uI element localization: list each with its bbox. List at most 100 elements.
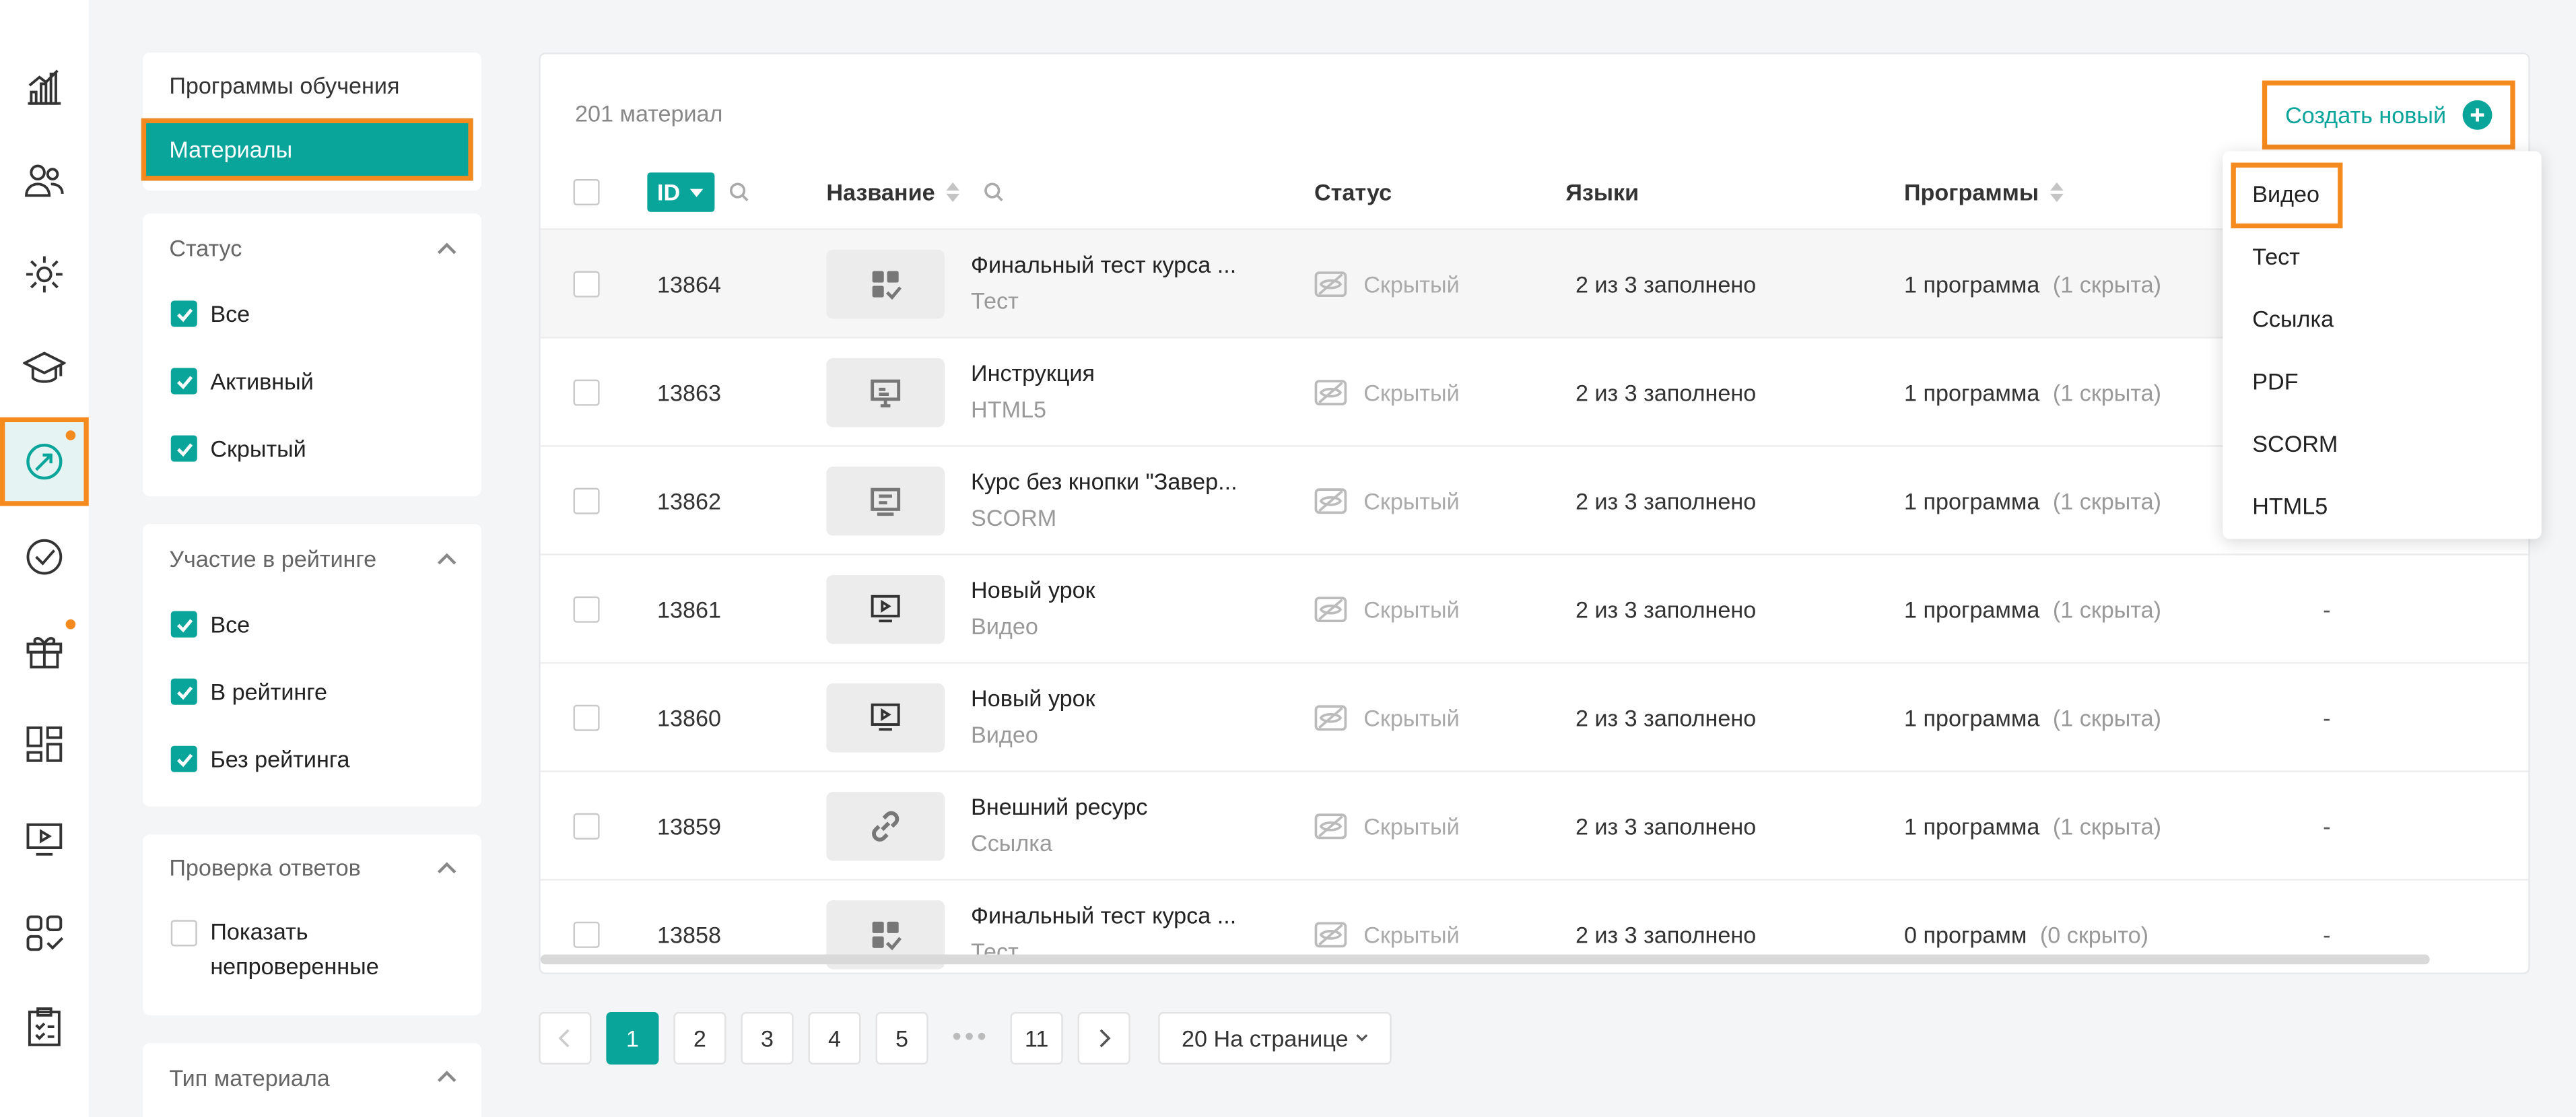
course-materials-icon[interactable] bbox=[0, 417, 89, 506]
gift-icon[interactable] bbox=[10, 616, 79, 685]
plus-icon bbox=[2462, 100, 2493, 130]
row-extra: - bbox=[2323, 813, 2331, 840]
checkbox-rating-none[interactable]: Без рейтинга bbox=[170, 745, 350, 772]
chevron-up-icon[interactable] bbox=[436, 856, 459, 879]
column-programs[interactable]: Программы bbox=[1904, 156, 2065, 228]
filter-review-title: Проверка ответов bbox=[169, 854, 361, 881]
hidden-eye-icon bbox=[1314, 380, 1347, 406]
search-icon[interactable] bbox=[729, 182, 749, 202]
sort-down-icon bbox=[689, 189, 704, 197]
row-checkbox[interactable] bbox=[573, 704, 600, 731]
filter-status-title: Статус bbox=[169, 234, 242, 261]
page-button-3[interactable]: 3 bbox=[741, 1012, 794, 1065]
checkbox-icon[interactable] bbox=[170, 920, 197, 947]
row-checkbox[interactable] bbox=[573, 487, 600, 514]
row-status: Скрытый bbox=[1314, 339, 1460, 447]
chevron-up-icon[interactable] bbox=[436, 547, 459, 570]
horizontal-scrollbar[interactable] bbox=[540, 954, 2430, 965]
column-id[interactable]: ID bbox=[647, 172, 715, 212]
row-checkbox[interactable] bbox=[573, 379, 600, 406]
column-name[interactable]: Название bbox=[826, 156, 1004, 228]
check-circle-icon[interactable] bbox=[10, 522, 79, 591]
row-programs[interactable]: 1 программа (1 скрыта) bbox=[1904, 447, 2161, 555]
nav-materials[interactable]: Материалы bbox=[141, 118, 473, 181]
row-id: 13861 bbox=[657, 596, 722, 623]
row-languages: 2 из 3 заполнено bbox=[1575, 271, 1757, 298]
users-icon[interactable] bbox=[10, 146, 79, 215]
prev-page-button[interactable] bbox=[539, 1012, 592, 1065]
checkbox-rating-all[interactable]: Все bbox=[170, 611, 250, 638]
checkbox-rating-in[interactable]: В рейтинге bbox=[170, 678, 327, 705]
column-languages[interactable]: Языки bbox=[1565, 156, 1639, 228]
row-type: Ссылка bbox=[971, 830, 1052, 856]
dropdown-item-test[interactable]: Тест bbox=[2252, 243, 2300, 269]
hidden-eye-icon bbox=[1314, 813, 1347, 840]
clipboard-icon[interactable] bbox=[10, 992, 79, 1061]
dropdown-item-link[interactable]: Ссылка bbox=[2252, 306, 2334, 332]
checkbox-icon[interactable] bbox=[170, 368, 197, 395]
row-languages: 2 из 3 заполнено bbox=[1575, 596, 1757, 623]
page-button-1[interactable]: 1 bbox=[606, 1012, 659, 1065]
row-programs[interactable]: 1 программа (1 скрыта) bbox=[1904, 772, 2161, 881]
table-row[interactable]: 13861 Новый урок Видео Скрытый 2 из 3 за… bbox=[540, 553, 2529, 664]
chevron-up-icon[interactable] bbox=[436, 236, 459, 259]
row-programs[interactable]: 1 программа (1 скрыта) bbox=[1904, 664, 2161, 772]
row-checkbox[interactable] bbox=[573, 921, 600, 948]
analytics-icon[interactable] bbox=[10, 53, 79, 121]
row-checkbox[interactable] bbox=[573, 813, 600, 840]
row-checkbox[interactable] bbox=[573, 596, 600, 623]
column-status[interactable]: Статус bbox=[1314, 156, 1392, 228]
apps-icon[interactable] bbox=[10, 899, 79, 968]
dropdown-item-scorm[interactable]: SCORM bbox=[2252, 430, 2338, 456]
row-id: 13863 bbox=[657, 379, 722, 406]
dropdown-item-html5[interactable]: HTML5 bbox=[2252, 493, 2328, 519]
row-checkbox[interactable] bbox=[573, 271, 600, 298]
filter-rating: Участие в рейтинге Все В рейтинге Без ре… bbox=[143, 524, 481, 807]
materials-nav: Программы обучения Материалы bbox=[141, 53, 481, 191]
page-button-4[interactable]: 4 bbox=[808, 1012, 861, 1065]
checkbox-icon[interactable] bbox=[170, 678, 197, 705]
row-programs[interactable]: 1 программа (1 скрыта) bbox=[1904, 230, 2161, 339]
row-title[interactable]: Курс без кнопки "Завер... bbox=[971, 468, 1238, 494]
page-button-last[interactable]: 11 bbox=[1010, 1012, 1063, 1065]
checkbox-icon[interactable] bbox=[170, 300, 197, 327]
row-title[interactable]: Инструкция bbox=[971, 360, 1095, 386]
checkbox-show-unreviewed[interactable]: Показать непроверенные bbox=[170, 918, 379, 984]
row-id: 13860 bbox=[657, 704, 722, 731]
checkbox-icon[interactable] bbox=[170, 611, 197, 638]
graduation-cap-icon[interactable] bbox=[10, 333, 79, 402]
video-icon[interactable] bbox=[10, 805, 79, 874]
checkbox-status-all[interactable]: Все bbox=[170, 300, 250, 327]
page-button-5[interactable]: 5 bbox=[875, 1012, 928, 1065]
checkbox-icon[interactable] bbox=[170, 745, 197, 772]
row-title[interactable]: Внешний ресурс bbox=[971, 794, 1147, 820]
search-icon[interactable] bbox=[984, 182, 1004, 202]
gear-icon[interactable] bbox=[10, 240, 79, 308]
row-title[interactable]: Финальный тест курса ... bbox=[971, 902, 1236, 928]
create-new-button[interactable]: Создать новый bbox=[2262, 80, 2515, 150]
dashboard-icon[interactable] bbox=[10, 710, 79, 778]
checkbox-icon[interactable] bbox=[170, 435, 197, 462]
select-all-checkbox[interactable] bbox=[573, 178, 600, 205]
next-page-button[interactable] bbox=[1077, 1012, 1130, 1065]
row-status: Скрытый bbox=[1314, 230, 1460, 339]
dropdown-item-video[interactable]: Видео bbox=[2252, 180, 2319, 207]
filter-rating-title: Участие в рейтинге bbox=[169, 545, 377, 572]
per-page-select[interactable]: 20 На странице bbox=[1158, 1012, 1392, 1065]
checkbox-status-hidden[interactable]: Скрытый bbox=[170, 435, 306, 462]
row-title[interactable]: Финальный тест курса ... bbox=[971, 251, 1236, 277]
filter-status: Статус Все Активный Скрытый bbox=[143, 213, 481, 496]
row-programs[interactable]: 1 программа (1 скрыта) bbox=[1904, 555, 2161, 664]
dropdown-item-pdf[interactable]: PDF bbox=[2252, 368, 2298, 395]
chevron-up-icon[interactable] bbox=[436, 1064, 459, 1087]
checkbox-status-active[interactable]: Активный bbox=[170, 368, 314, 395]
page-button-2[interactable]: 2 bbox=[673, 1012, 726, 1065]
row-title[interactable]: Новый урок bbox=[971, 685, 1095, 711]
row-title[interactable]: Новый урок bbox=[971, 576, 1095, 603]
table-row[interactable]: 13860 Новый урок Видео Скрытый 2 из 3 за… bbox=[540, 662, 2529, 772]
table-row[interactable]: 13859 Внешний ресурс Ссылка Скрытый 2 из… bbox=[540, 770, 2529, 881]
nav-programs[interactable]: Программы обучения bbox=[169, 72, 399, 98]
row-programs[interactable]: 1 программа (1 скрыта) bbox=[1904, 339, 2161, 447]
sort-icon bbox=[946, 182, 960, 203]
row-status: Скрытый bbox=[1314, 772, 1460, 881]
